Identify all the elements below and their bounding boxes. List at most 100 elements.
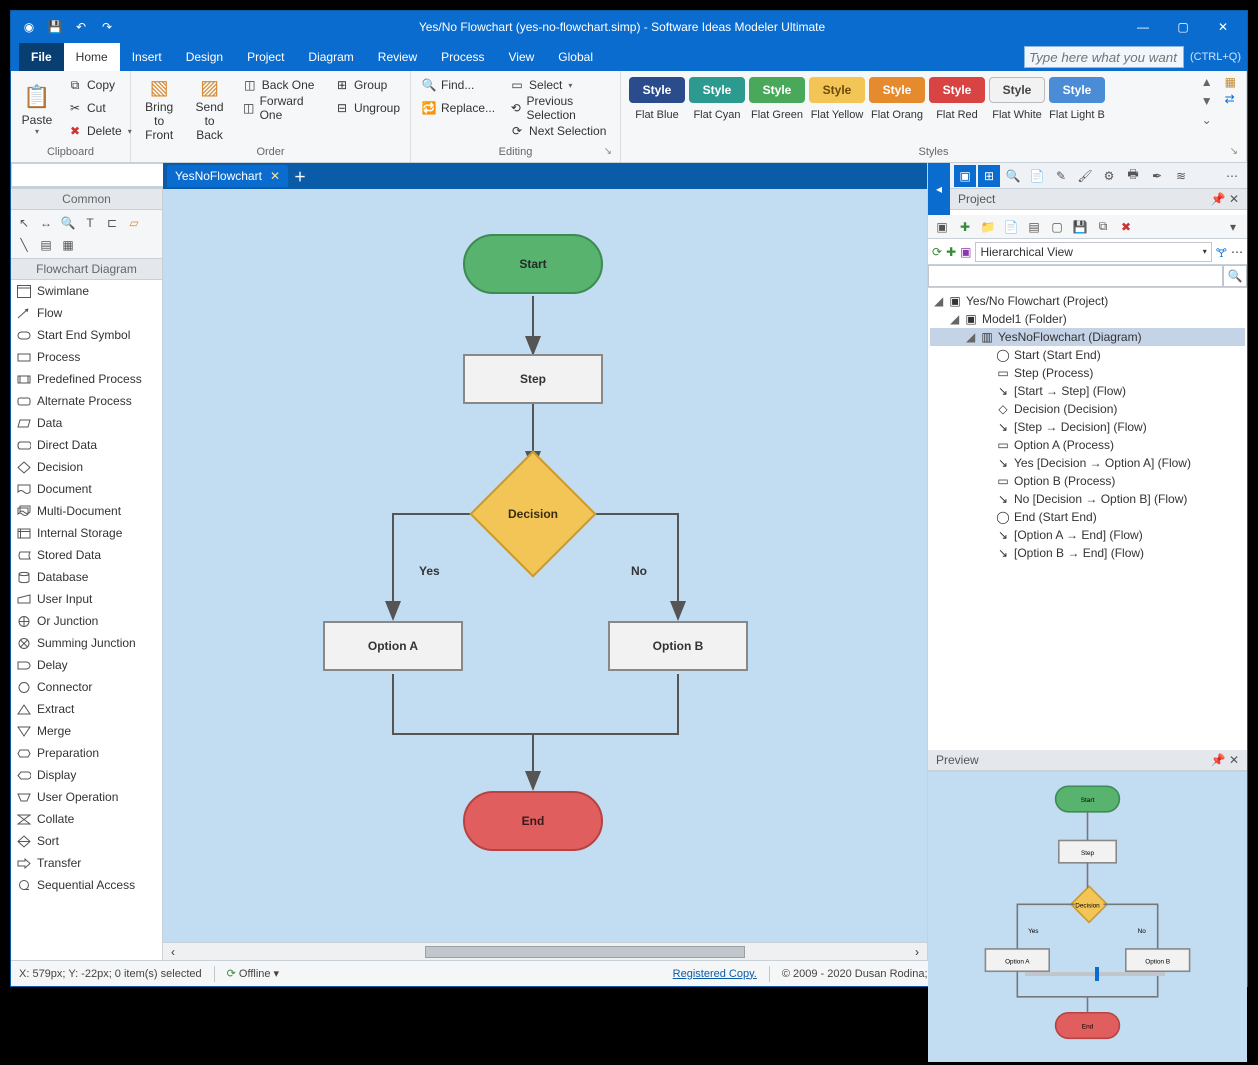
shape-database[interactable]: Database: [11, 566, 162, 588]
rt-print-icon[interactable]: 🖶: [1122, 165, 1144, 187]
container-tool-icon[interactable]: ⊏: [103, 214, 121, 232]
pt-save-icon[interactable]: 💾: [1070, 217, 1090, 237]
menu-project[interactable]: Project: [235, 43, 296, 71]
shape-or-junction[interactable]: Or Junction: [11, 610, 162, 632]
pt-layers2-icon[interactable]: ▤: [1024, 217, 1044, 237]
tree-expand-icon[interactable]: ◢: [934, 294, 944, 308]
rt-pen-icon[interactable]: ✒: [1146, 165, 1168, 187]
tree-item[interactable]: ▭Option B (Process): [930, 472, 1245, 490]
menu-process[interactable]: Process: [429, 43, 496, 71]
pt2-refresh-icon[interactable]: ⟳: [932, 245, 942, 259]
tree-item[interactable]: ◯End (Start End): [930, 508, 1245, 526]
node-option-a[interactable]: Option A: [323, 621, 463, 671]
shape-direct-data[interactable]: Direct Data: [11, 434, 162, 456]
shape-data[interactable]: Data: [11, 412, 162, 434]
menu-review[interactable]: Review: [366, 43, 429, 71]
pt-add-icon[interactable]: ✚: [955, 217, 975, 237]
styles-prev-icon[interactable]: ▲: [1199, 75, 1215, 91]
style-swatch-5[interactable]: Style: [929, 77, 985, 103]
zoom-slider[interactable]: [1025, 972, 1165, 976]
style-swatch-7[interactable]: Style: [1049, 77, 1105, 103]
rt-model-icon[interactable]: ▣: [954, 165, 976, 187]
pt2-purple-icon[interactable]: ▣: [960, 245, 971, 259]
toolbox-flowchart-header[interactable]: Flowchart Diagram: [11, 258, 162, 280]
shape-transfer[interactable]: Transfer: [11, 852, 162, 874]
pt-delete-icon[interactable]: ✖: [1116, 217, 1136, 237]
style-swap-icon[interactable]: ⇄: [1225, 92, 1236, 106]
shape-user-input[interactable]: User Input: [11, 588, 162, 610]
shape-merge[interactable]: Merge: [11, 720, 162, 742]
shape-delay[interactable]: Delay: [11, 654, 162, 676]
shape-alternate-process[interactable]: Alternate Process: [11, 390, 162, 412]
shape-multi-document[interactable]: Multi-Document: [11, 500, 162, 522]
text-tool-icon[interactable]: T: [81, 214, 99, 232]
pin-icon[interactable]: 📌: [1211, 192, 1226, 206]
find-button[interactable]: 🔍Find...: [417, 75, 499, 95]
add-tab-button[interactable]: ＋: [288, 168, 312, 185]
rt-search-icon[interactable]: 🔍: [1002, 165, 1024, 187]
styles-launcher-icon[interactable]: ↘: [1230, 146, 1238, 157]
status-registered[interactable]: Registered Copy.: [673, 968, 757, 980]
style-gallery-icon[interactable]: ▦: [1225, 75, 1236, 89]
document-tab[interactable]: YesNoFlowchart ✕: [167, 165, 288, 187]
maximize-button[interactable]: ▢: [1163, 12, 1203, 42]
tree-expand-icon[interactable]: ◢: [950, 312, 960, 326]
paste-button[interactable]: 📋 Paste ▾: [17, 73, 57, 143]
editing-launcher-icon[interactable]: ↘: [604, 146, 612, 157]
tab-close-icon[interactable]: ✕: [270, 169, 280, 183]
shape-collate[interactable]: Collate: [11, 808, 162, 830]
tree-item[interactable]: ↘[Step → Decision] (Flow): [930, 418, 1245, 436]
style-swatch-6[interactable]: Style: [989, 77, 1045, 103]
undo-icon[interactable]: ↶: [71, 17, 91, 37]
connector-tool-icon[interactable]: ╲: [15, 236, 33, 254]
menu-design[interactable]: Design: [174, 43, 235, 71]
pt2-more-icon[interactable]: ⋯: [1231, 245, 1243, 259]
style-swatch-3[interactable]: Style: [809, 77, 865, 103]
shape-process[interactable]: Process: [11, 346, 162, 368]
shape-predefined-process[interactable]: Predefined Process: [11, 368, 162, 390]
tree-item[interactable]: ↘No [Decision → Option B] (Flow): [930, 490, 1245, 508]
style-swatch-0[interactable]: Style: [629, 77, 685, 103]
rt-more-icon[interactable]: ⋯: [1221, 165, 1243, 187]
shape-stored-data[interactable]: Stored Data: [11, 544, 162, 566]
shape-internal-storage[interactable]: Internal Storage: [11, 522, 162, 544]
style-swatch-1[interactable]: Style: [689, 77, 745, 103]
node-option-b[interactable]: Option B: [608, 621, 748, 671]
node-decision[interactable]: Decision: [488, 469, 578, 559]
previous-selection-button[interactable]: ⟲Previous Selection: [505, 98, 614, 118]
shape-display[interactable]: Display: [11, 764, 162, 786]
minimize-button[interactable]: —: [1123, 12, 1163, 42]
rt-palette-icon[interactable]: 🖌: [1074, 165, 1096, 187]
tree-expand-icon[interactable]: ◢: [966, 330, 976, 344]
save-icon[interactable]: 💾: [45, 17, 65, 37]
shape-sort[interactable]: Sort: [11, 830, 162, 852]
toolbox-common-header[interactable]: Common: [11, 188, 162, 210]
pt-new-icon[interactable]: ▣: [932, 217, 952, 237]
delete-button[interactable]: ✖Delete▾: [63, 121, 136, 141]
status-offline[interactable]: ⟳ Offline ▾: [227, 967, 279, 980]
tree-item[interactable]: ◇Decision (Decision): [930, 400, 1245, 418]
horizontal-scrollbar[interactable]: ‹›: [163, 942, 927, 960]
line-tool-icon[interactable]: ▱: [125, 214, 143, 232]
menu-diagram[interactable]: Diagram: [296, 43, 365, 71]
preview-pin-icon[interactable]: 📌: [1211, 753, 1226, 767]
pt2-add-icon[interactable]: ✚: [946, 245, 956, 259]
tree-item[interactable]: ↘[Option B → End] (Flow): [930, 544, 1245, 562]
tree-item[interactable]: ◢▥YesNoFlowchart (Diagram): [930, 328, 1245, 346]
project-search-button[interactable]: 🔍: [1223, 265, 1247, 287]
node-step[interactable]: Step: [463, 354, 603, 404]
node-end[interactable]: End: [463, 791, 603, 851]
pt-copy-icon[interactable]: ⧉: [1093, 217, 1113, 237]
shape-connector[interactable]: Connector: [11, 676, 162, 698]
shape-flow[interactable]: Flow: [11, 302, 162, 324]
shape-summing-junction[interactable]: Summing Junction: [11, 632, 162, 654]
tree-item[interactable]: ▭Option A (Process): [930, 436, 1245, 454]
close-button[interactable]: ✕: [1203, 12, 1243, 42]
help-search-input[interactable]: [1024, 46, 1184, 68]
rt-diagram-icon[interactable]: ⊞: [978, 165, 1000, 187]
shape-start-end-symbol[interactable]: Start End Symbol: [11, 324, 162, 346]
project-search-input[interactable]: [928, 265, 1223, 287]
copy-button[interactable]: ⧉Copy: [63, 75, 136, 95]
style-swatch-4[interactable]: Style: [869, 77, 925, 103]
pt-box-icon[interactable]: ▢: [1047, 217, 1067, 237]
